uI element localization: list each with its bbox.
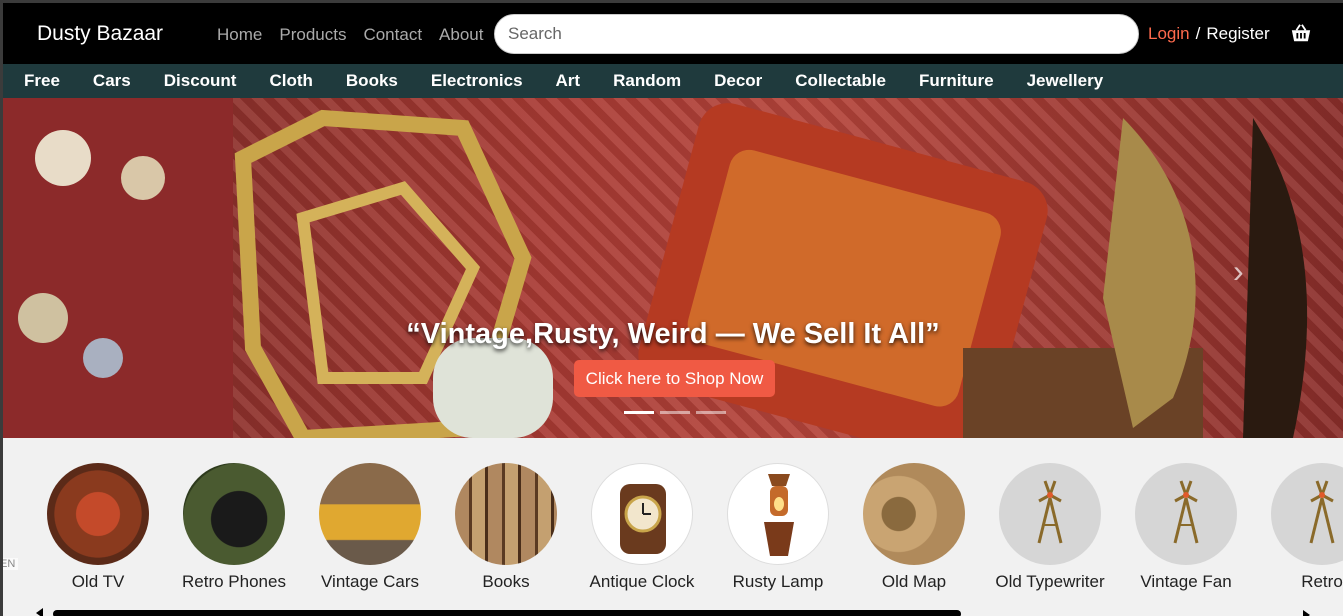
windmill-placeholder-icon [1135,463,1237,565]
product-label: Books [482,572,530,591]
product-label: Old TV [71,572,125,591]
product-label: Rusty Lamp [732,572,824,591]
shop-now-button[interactable]: Click here to Shop Now [574,360,775,397]
windmill-placeholder-icon [1271,463,1343,565]
hero-headline: “Vintage,Rusty, Weird — We Sell It All” [406,318,940,350]
product-vintage-cars[interactable]: Vintage Cars [315,463,425,592]
product-label: Retro Phones [182,572,286,591]
category-art[interactable]: Art [556,71,581,91]
retro-phone-image [183,463,285,565]
scroll-right-arrow[interactable] [1303,610,1310,616]
category-random[interactable]: Random [613,71,681,91]
category-bar: Free Cars Discount Cloth Books Electroni… [3,64,1343,98]
category-free[interactable]: Free [24,71,60,91]
auth-links: Login / Register [1148,24,1270,44]
windmill-placeholder-icon [999,463,1101,565]
nav-products[interactable]: Products [279,25,346,45]
category-collectable[interactable]: Collectable [795,71,886,91]
books-image [455,463,557,565]
main-nav: Home Products Contact About [217,25,500,45]
category-jewellery[interactable]: Jewellery [1027,71,1104,91]
top-navbar: Dusty Bazaar Home Products Contact About… [3,3,1343,64]
brand-logo[interactable]: Dusty Bazaar [37,22,163,46]
category-decor[interactable]: Decor [714,71,762,91]
product-old-map[interactable]: Old Map [859,463,969,592]
product-label: Retro [1301,572,1343,591]
old-tv-image [47,463,149,565]
product-label: Old Typewriter [995,572,1105,591]
category-discount[interactable]: Discount [164,71,237,91]
carousel-indicator-2[interactable] [660,411,690,414]
carousel-next-icon[interactable]: › [1233,253,1244,290]
product-label: Antique Clock [589,572,695,591]
language-indicator: EN [3,558,18,570]
product-old-tv[interactable]: Old TV [43,463,153,592]
category-electronics[interactable]: Electronics [431,71,523,91]
register-link[interactable]: Register [1206,24,1269,43]
old-map-image [863,463,965,565]
scroll-left-arrow[interactable] [36,608,43,616]
rusty-lamp-image [727,463,829,565]
product-vintage-fan[interactable]: Vintage Fan [1131,463,1241,592]
page: Dusty Bazaar Home Products Contact About… [3,3,1343,616]
hero-carousel: › “Vintage,Rusty, Weird — We Sell It All… [3,98,1343,438]
product-rusty-lamp[interactable]: Rusty Lamp [723,463,833,592]
category-books[interactable]: Books [346,71,398,91]
product-label: Old Map [881,572,947,591]
product-retro-phones[interactable]: Retro Phones [179,463,289,592]
horizontal-scrollbar[interactable] [53,610,961,616]
product-label: Vintage Cars [321,572,419,591]
auth-separator: / [1195,24,1201,43]
basket-icon[interactable] [1290,22,1312,44]
category-cars[interactable]: Cars [93,71,131,91]
vintage-car-image [319,463,421,565]
search-input[interactable] [494,14,1139,54]
product-label: Vintage Fan [1140,572,1232,591]
nav-home[interactable]: Home [217,25,262,45]
antique-clock-image [591,463,693,565]
product-category-strip: Old TV Retro Phones Vintage Cars Books A… [3,438,1343,616]
nav-about[interactable]: About [439,25,483,45]
category-furniture[interactable]: Furniture [919,71,994,91]
carousel-indicator-3[interactable] [696,411,726,414]
product-old-typewriter[interactable]: Old Typewriter [995,463,1105,592]
nav-contact[interactable]: Contact [363,25,422,45]
category-cloth[interactable]: Cloth [269,71,312,91]
product-retro[interactable]: Retro [1267,463,1343,592]
product-books[interactable]: Books [451,463,561,592]
product-antique-clock[interactable]: Antique Clock [587,463,697,592]
login-link[interactable]: Login [1148,24,1190,43]
carousel-indicator-1[interactable] [624,411,654,414]
